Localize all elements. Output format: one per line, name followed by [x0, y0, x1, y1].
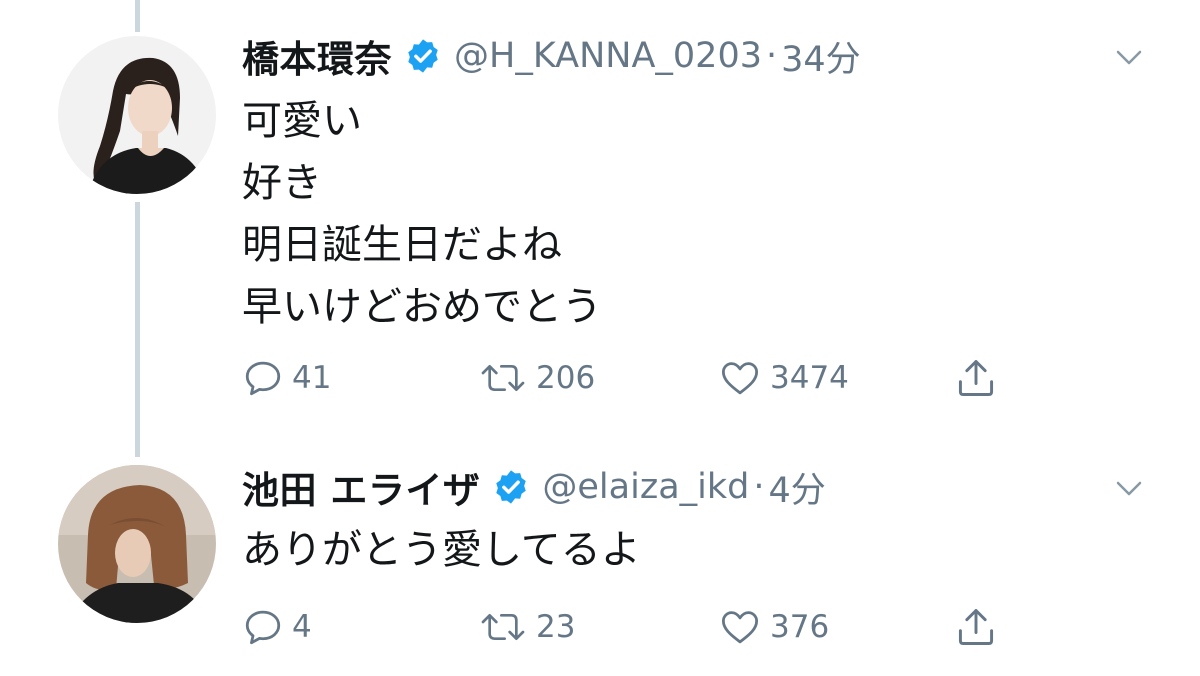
- tweet-text-line: ありがとう愛してるよ: [242, 527, 641, 573]
- avatar[interactable]: [58, 465, 216, 623]
- tweet-text: ありがとう愛してるよ: [242, 519, 641, 581]
- tweet-header: 橋本環奈 @H_KANNA_0203 · 34分: [242, 30, 861, 82]
- user-handle[interactable]: @elaiza_ikd: [542, 467, 749, 507]
- tweet-text-line: 明日誕生日だよね: [242, 222, 562, 268]
- retweet-button[interactable]: 206: [478, 356, 595, 400]
- retweet-count: 206: [536, 360, 596, 396]
- retweet-icon: [478, 357, 528, 399]
- like-button[interactable]: 3474: [718, 356, 849, 400]
- tweet[interactable]: 橋本環奈 @H_KANNA_0203 · 34分 可愛い 好き 明日誕生日だよね…: [0, 30, 1200, 410]
- share-button[interactable]: [954, 605, 998, 649]
- reply-button[interactable]: 4: [242, 605, 312, 649]
- tweet-actions: 41 206 3474: [242, 356, 1042, 400]
- reply-icon: [242, 606, 284, 648]
- like-count: 376: [770, 609, 830, 645]
- retweet-count: 23: [536, 609, 576, 645]
- chevron-down-icon[interactable]: [1114, 42, 1144, 72]
- tweet-text: 可愛い 好き 明日誕生日だよね 早いけどおめでとう: [242, 90, 602, 338]
- reply-icon: [242, 357, 284, 399]
- tweet-text-line: 早いけどおめでとう: [242, 284, 602, 330]
- timestamp[interactable]: 4分: [769, 462, 826, 513]
- user-handle[interactable]: @H_KANNA_0203: [454, 36, 762, 76]
- thread-line-top: [135, 0, 140, 32]
- tweet[interactable]: 池田 エライザ @elaiza_ikd · 4分 ありがとう愛してるよ 4 23…: [0, 461, 1200, 676]
- verified-badge-icon: [492, 468, 530, 506]
- heart-icon: [718, 606, 762, 648]
- like-button[interactable]: 376: [718, 605, 829, 649]
- reply-count: 4: [292, 609, 312, 645]
- retweet-button[interactable]: 23: [478, 605, 575, 649]
- like-count: 3474: [770, 360, 849, 396]
- heart-icon: [718, 357, 762, 399]
- chevron-down-icon[interactable]: [1114, 473, 1144, 503]
- retweet-icon: [478, 606, 528, 648]
- separator-dot: ·: [753, 467, 765, 507]
- share-icon: [954, 605, 998, 649]
- reply-count: 41: [292, 360, 332, 396]
- display-name[interactable]: 池田 エライザ: [242, 460, 480, 514]
- display-name[interactable]: 橋本環奈: [242, 29, 392, 83]
- tweet-text-line: 好き: [242, 160, 322, 206]
- reply-button[interactable]: 41: [242, 356, 331, 400]
- tweet-text-line: 可愛い: [242, 98, 362, 144]
- share-icon: [954, 356, 998, 400]
- verified-badge-icon: [404, 37, 442, 75]
- share-button[interactable]: [954, 356, 998, 400]
- separator-dot: ·: [765, 36, 778, 76]
- timestamp[interactable]: 34分: [781, 31, 861, 82]
- avatar[interactable]: [58, 36, 216, 194]
- tweet-header: 池田 エライザ @elaiza_ikd · 4分: [242, 461, 826, 513]
- tweet-actions: 4 23 376: [242, 605, 1042, 649]
